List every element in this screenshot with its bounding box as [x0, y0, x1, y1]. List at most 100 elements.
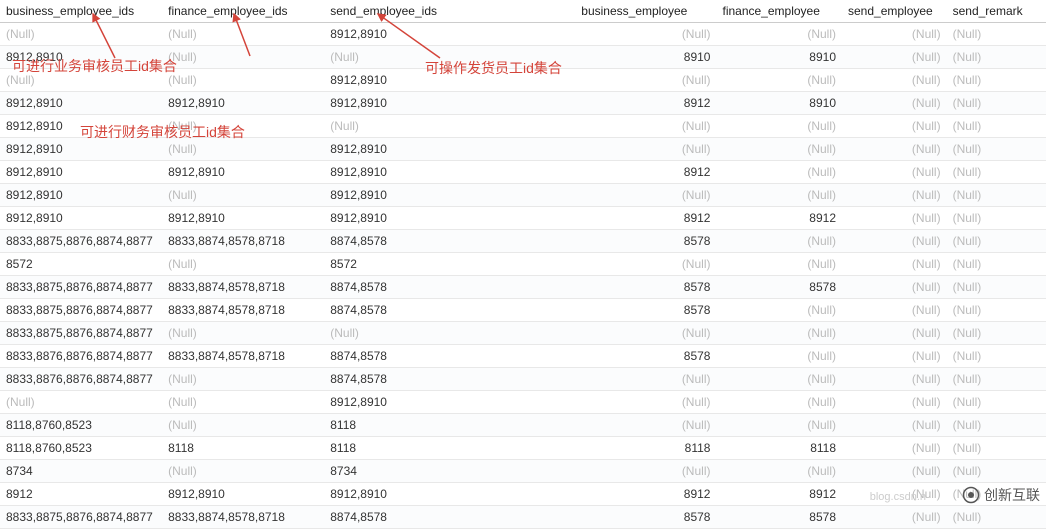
cell-business_employee_ids[interactable]: 8118,8760,8523	[0, 437, 162, 460]
cell-finance_employee[interactable]: (Null)	[716, 138, 842, 161]
cell-send_employee_ids[interactable]: 8874,8578	[324, 506, 575, 529]
cell-finance_employee[interactable]: (Null)	[716, 345, 842, 368]
cell-send_remark[interactable]: (Null)	[947, 299, 1046, 322]
cell-send_remark[interactable]: (Null)	[947, 414, 1046, 437]
column-header-send_employee[interactable]: send_employee	[842, 0, 947, 23]
cell-send_employee[interactable]: (Null)	[842, 391, 947, 414]
cell-finance_employee[interactable]: 8118	[716, 437, 842, 460]
cell-send_employee_ids[interactable]: 8118	[324, 437, 575, 460]
cell-business_employee_ids[interactable]: 8912,8910	[0, 115, 162, 138]
cell-business_employee_ids[interactable]: 8734	[0, 460, 162, 483]
cell-send_employee_ids[interactable]: 8912,8910	[324, 69, 575, 92]
cell-send_remark[interactable]: (Null)	[947, 23, 1046, 46]
cell-send_employee_ids[interactable]: (Null)	[324, 322, 575, 345]
data-grid[interactable]: business_employee_idsfinance_employee_id…	[0, 0, 1046, 529]
cell-finance_employee_ids[interactable]: (Null)	[162, 414, 324, 437]
cell-business_employee[interactable]: (Null)	[575, 391, 716, 414]
table-row[interactable]: 8833,8875,8876,8874,88778833,8874,8578,8…	[0, 299, 1046, 322]
cell-send_remark[interactable]: (Null)	[947, 276, 1046, 299]
cell-finance_employee_ids[interactable]: 8912,8910	[162, 92, 324, 115]
cell-finance_employee[interactable]: (Null)	[716, 414, 842, 437]
table-row[interactable]: (Null)(Null)8912,8910(Null)(Null)(Null)(…	[0, 391, 1046, 414]
table-row[interactable]: 8833,8876,8876,8874,88778833,8874,8578,8…	[0, 345, 1046, 368]
table-row[interactable]: 8833,8875,8876,8874,88778833,8874,8578,8…	[0, 506, 1046, 529]
cell-send_remark[interactable]: (Null)	[947, 184, 1046, 207]
cell-send_employee[interactable]: (Null)	[842, 437, 947, 460]
column-header-send_employee_ids[interactable]: send_employee_ids	[324, 0, 575, 23]
cell-business_employee_ids[interactable]: 8833,8875,8876,8874,8877	[0, 299, 162, 322]
cell-send_employee[interactable]: (Null)	[842, 414, 947, 437]
cell-send_remark[interactable]: (Null)	[947, 506, 1046, 529]
cell-business_employee[interactable]: 8910	[575, 46, 716, 69]
cell-finance_employee_ids[interactable]: (Null)	[162, 460, 324, 483]
table-row[interactable]: 8912,8910(Null)(Null)(Null)(Null)(Null)(…	[0, 115, 1046, 138]
cell-business_employee[interactable]: (Null)	[575, 414, 716, 437]
cell-business_employee_ids[interactable]: 8912,8910	[0, 46, 162, 69]
cell-send_employee[interactable]: (Null)	[842, 184, 947, 207]
cell-business_employee_ids[interactable]: 8833,8876,8876,8874,8877	[0, 368, 162, 391]
cell-business_employee_ids[interactable]: 8833,8876,8876,8874,8877	[0, 345, 162, 368]
cell-send_remark[interactable]: (Null)	[947, 391, 1046, 414]
cell-send_employee[interactable]: (Null)	[842, 368, 947, 391]
table-row[interactable]: 8912,89108912,89108912,891089128910(Null…	[0, 92, 1046, 115]
cell-send_employee_ids[interactable]: 8912,8910	[324, 184, 575, 207]
cell-finance_employee_ids[interactable]: (Null)	[162, 184, 324, 207]
cell-business_employee_ids[interactable]: 8912,8910	[0, 92, 162, 115]
table-row[interactable]: 8118,8760,8523(Null)8118(Null)(Null)(Nul…	[0, 414, 1046, 437]
cell-finance_employee[interactable]: (Null)	[716, 299, 842, 322]
cell-send_employee[interactable]: (Null)	[842, 161, 947, 184]
cell-send_employee_ids[interactable]: 8118	[324, 414, 575, 437]
cell-finance_employee[interactable]: (Null)	[716, 368, 842, 391]
cell-business_employee[interactable]: 8578	[575, 276, 716, 299]
cell-business_employee_ids[interactable]: (Null)	[0, 69, 162, 92]
cell-finance_employee_ids[interactable]: (Null)	[162, 138, 324, 161]
cell-finance_employee[interactable]: (Null)	[716, 69, 842, 92]
cell-send_remark[interactable]: (Null)	[947, 437, 1046, 460]
cell-business_employee_ids[interactable]: 8912,8910	[0, 161, 162, 184]
cell-business_employee_ids[interactable]: 8572	[0, 253, 162, 276]
cell-send_remark[interactable]: (Null)	[947, 46, 1046, 69]
table-row[interactable]: 8833,8875,8876,8874,8877(Null)(Null)(Nul…	[0, 322, 1046, 345]
cell-send_employee_ids[interactable]: (Null)	[324, 46, 575, 69]
cell-finance_employee_ids[interactable]: 8833,8874,8578,8718	[162, 299, 324, 322]
table-row[interactable]: (Null)(Null)8912,8910(Null)(Null)(Null)(…	[0, 69, 1046, 92]
cell-send_employee_ids[interactable]: 8912,8910	[324, 92, 575, 115]
cell-send_employee[interactable]: (Null)	[842, 92, 947, 115]
cell-send_employee_ids[interactable]: 8572	[324, 253, 575, 276]
table-row[interactable]: 8833,8876,8876,8874,8877(Null)8874,8578(…	[0, 368, 1046, 391]
cell-send_employee[interactable]: (Null)	[842, 322, 947, 345]
table-row[interactable]: 8912,89108912,89108912,891089128912(Null…	[0, 207, 1046, 230]
cell-finance_employee_ids[interactable]: 8912,8910	[162, 207, 324, 230]
cell-business_employee[interactable]: 8912	[575, 92, 716, 115]
cell-finance_employee[interactable]: 8910	[716, 46, 842, 69]
cell-business_employee[interactable]: 8578	[575, 506, 716, 529]
cell-send_employee_ids[interactable]: 8874,8578	[324, 276, 575, 299]
cell-business_employee_ids[interactable]: 8912,8910	[0, 184, 162, 207]
cell-send_employee[interactable]: (Null)	[842, 138, 947, 161]
cell-business_employee[interactable]: 8912	[575, 161, 716, 184]
cell-send_remark[interactable]: (Null)	[947, 161, 1046, 184]
cell-business_employee_ids[interactable]: 8833,8875,8876,8874,8877	[0, 230, 162, 253]
cell-finance_employee_ids[interactable]: 8833,8874,8578,8718	[162, 506, 324, 529]
cell-send_remark[interactable]: (Null)	[947, 460, 1046, 483]
cell-finance_employee_ids[interactable]: 8118	[162, 437, 324, 460]
table-row[interactable]: 8572(Null)8572(Null)(Null)(Null)(Null)	[0, 253, 1046, 276]
cell-finance_employee_ids[interactable]: (Null)	[162, 391, 324, 414]
cell-send_employee[interactable]: (Null)	[842, 23, 947, 46]
cell-send_remark[interactable]: (Null)	[947, 92, 1046, 115]
cell-finance_employee[interactable]: (Null)	[716, 161, 842, 184]
cell-finance_employee[interactable]: (Null)	[716, 391, 842, 414]
cell-business_employee[interactable]: (Null)	[575, 184, 716, 207]
cell-send_employee[interactable]: (Null)	[842, 46, 947, 69]
cell-send_employee_ids[interactable]: 8874,8578	[324, 345, 575, 368]
cell-send_employee_ids[interactable]: 8734	[324, 460, 575, 483]
cell-business_employee_ids[interactable]: 8912,8910	[0, 138, 162, 161]
cell-finance_employee_ids[interactable]: 8833,8874,8578,8718	[162, 230, 324, 253]
cell-send_remark[interactable]: (Null)	[947, 368, 1046, 391]
cell-finance_employee_ids[interactable]: (Null)	[162, 69, 324, 92]
cell-send_employee_ids[interactable]: 8874,8578	[324, 299, 575, 322]
cell-business_employee_ids[interactable]: 8912,8910	[0, 207, 162, 230]
cell-send_employee_ids[interactable]: 8874,8578	[324, 230, 575, 253]
column-header-finance_employee_ids[interactable]: finance_employee_ids	[162, 0, 324, 23]
cell-finance_employee[interactable]: 8578	[716, 506, 842, 529]
